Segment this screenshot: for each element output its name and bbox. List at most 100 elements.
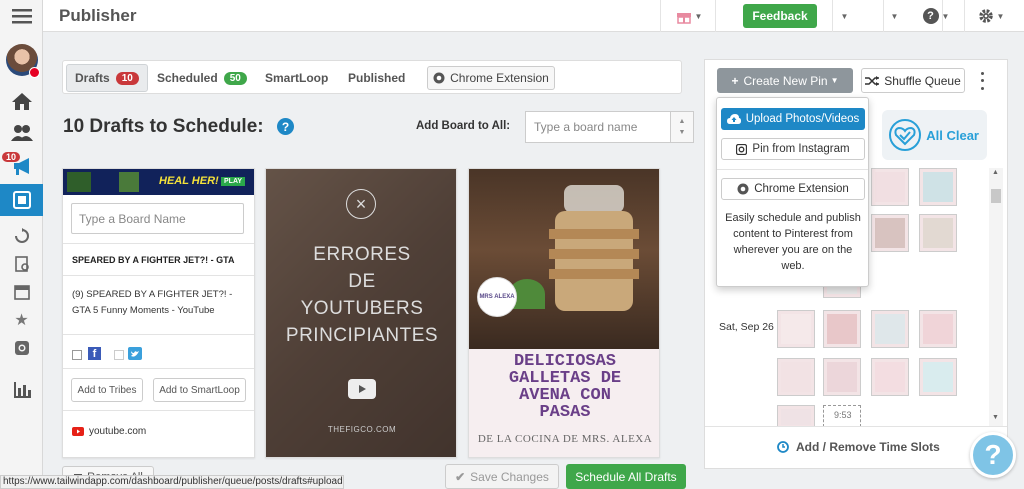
banner-play: PLAY: [221, 177, 246, 186]
tab-published[interactable]: Published: [340, 64, 413, 92]
help-chat-button[interactable]: ?: [970, 432, 1016, 478]
board-select-arrows[interactable]: ▲ ▼: [671, 111, 694, 143]
pin-image: HEAL HER! PLAY: [63, 169, 254, 195]
notifications-button[interactable]: ▼: [801, 4, 849, 28]
alarm-clock-icon: [777, 441, 789, 453]
create-new-pin-label: Create New Pin: [743, 73, 828, 88]
queued-pin-thumbnail[interactable]: [777, 405, 815, 427]
save-changes-button[interactable]: ✔ Save Changes: [445, 464, 559, 489]
divider: [964, 0, 965, 32]
gift-button[interactable]: ▼: [671, 4, 707, 28]
help-button[interactable]: ? ▼: [916, 4, 956, 28]
chrome-extension-menu-button[interactable]: Chrome Extension: [721, 178, 865, 200]
card-board-input[interactable]: [71, 203, 244, 234]
tab-label: Scheduled: [157, 71, 218, 85]
avatar[interactable]: [0, 40, 43, 80]
pin-text-line: YOUTUBERS: [300, 298, 424, 319]
queued-pin-thumbnail[interactable]: [823, 358, 861, 396]
queued-pin-thumbnail[interactable]: [871, 168, 909, 206]
draft-card: × ERRORES DE YOUTUBERS PRINCIPIANTES THE…: [265, 168, 457, 458]
left-sidebar: 10 ★: [0, 0, 43, 489]
divider: [715, 0, 716, 32]
create-pin-dropdown: Upload Photos/Videos Pin from Instagram …: [716, 97, 869, 287]
queued-pin-thumbnail[interactable]: [777, 358, 815, 396]
pin-title[interactable]: SPEARED BY A FIGHTER JET?! - GTA: [72, 255, 235, 265]
pin-text: ERRORES DE YOUTUBERS PRINCIPIANTES: [266, 241, 456, 349]
create-new-pin-button[interactable]: + Create New Pin ▼: [717, 68, 853, 93]
more-options-icon[interactable]: [977, 70, 987, 92]
chrome-label: Chrome Extension: [754, 183, 849, 195]
shuffle-icon: [865, 75, 880, 86]
chrome-icon: [737, 183, 749, 195]
queued-pin-thumbnail[interactable]: [919, 214, 957, 252]
divider: [63, 368, 254, 369]
page-title: Publisher: [59, 6, 137, 25]
add-board-label: Add Board to All:: [416, 120, 511, 132]
status-bar-url: https://www.tailwindapp.com/dashboard/pu…: [0, 475, 344, 489]
shuffle-queue-label: Shuffle Queue: [884, 73, 961, 88]
facebook-checkbox[interactable]: [72, 350, 82, 360]
megaphone-icon[interactable]: 10: [0, 150, 43, 182]
help-icon[interactable]: ?: [277, 118, 294, 135]
pin-title-line: AVENA CON: [519, 386, 611, 405]
time-slot-empty[interactable]: 9:53: [823, 405, 861, 427]
queued-pin-thumbnail[interactable]: [871, 214, 909, 252]
home-icon[interactable]: [0, 85, 43, 117]
queued-pin-thumbnail[interactable]: [871, 358, 909, 396]
all-clear-label: All Clear: [926, 127, 979, 143]
gear-icon: [978, 9, 993, 23]
pin-text-line: PRINCIPIANTES: [285, 325, 439, 346]
divider: [660, 0, 661, 32]
settings-button[interactable]: ▼: [971, 4, 1011, 28]
shuffle-queue-button[interactable]: Shuffle Queue: [861, 68, 965, 93]
chrome-icon: [433, 72, 445, 84]
twitter-checkbox[interactable]: [114, 350, 124, 360]
queued-pin-thumbnail[interactable]: [919, 310, 957, 348]
hamburger-menu-icon[interactable]: [0, 0, 43, 32]
upload-label: Upload Photos/Videos: [745, 113, 860, 125]
help-icon: ?: [922, 8, 939, 24]
upload-photos-button[interactable]: Upload Photos/Videos: [721, 108, 865, 130]
tab-label: Drafts: [75, 71, 110, 85]
chrome-extension-button[interactable]: Chrome Extension: [427, 66, 555, 90]
queued-pin-thumbnail[interactable]: [777, 310, 815, 348]
board-name-input[interactable]: [525, 111, 671, 143]
queued-pin-thumbnail[interactable]: [823, 310, 861, 348]
instagram-icon[interactable]: [0, 332, 43, 364]
schedule-all-drafts-button[interactable]: Schedule All Drafts: [566, 464, 686, 489]
chrome-extension-label: Chrome Extension: [450, 71, 549, 85]
plus-icon: +: [731, 73, 739, 88]
pin-title-line: GALLETAS DE: [508, 369, 622, 388]
scheduled-count-badge: 50: [223, 71, 247, 85]
source-domain[interactable]: youtube.com: [89, 426, 146, 437]
banner-text: HEAL HER!: [159, 175, 219, 187]
add-to-tribes-button[interactable]: Add to Tribes: [71, 378, 143, 402]
youtube-icon: [72, 427, 84, 436]
pin-subtitle: DE LA COCINA DE MRS. ALEXA: [477, 433, 653, 445]
add-remove-time-slots-link[interactable]: Add / Remove Time Slots: [796, 440, 940, 454]
chrome-extension-description: Easily schedule and publish content to P…: [725, 212, 861, 272]
pin-description[interactable]: (9) SPEARED BY A FIGHTER JET?! - GTA 5 F…: [72, 287, 250, 319]
queued-pin-thumbnail[interactable]: [919, 168, 957, 206]
publisher-icon[interactable]: [0, 184, 43, 216]
queued-pin-thumbnail[interactable]: [919, 358, 957, 396]
users-icon[interactable]: [0, 117, 43, 149]
close-circle-icon: ×: [346, 189, 376, 219]
drafts-heading: 10 Drafts to Schedule:: [63, 116, 264, 137]
tab-drafts[interactable]: Drafts 10: [66, 64, 148, 92]
divider: [63, 410, 254, 411]
queued-pin-thumbnail[interactable]: [871, 310, 909, 348]
post-tabs: Drafts 10 Scheduled 50 SmartLoop Publish…: [62, 60, 682, 94]
analytics-icon[interactable]: [0, 374, 43, 406]
time-slot-label: 9:53: [834, 410, 852, 420]
tab-smartloop[interactable]: SmartLoop: [257, 64, 336, 92]
tab-scheduled[interactable]: Scheduled 50: [149, 64, 255, 92]
pin-from-instagram-button[interactable]: Pin from Instagram: [721, 138, 865, 160]
save-changes-label: Save Changes: [470, 469, 549, 484]
divider: [717, 169, 868, 170]
divider: [705, 426, 1007, 427]
queue-scrollbar[interactable]: ▲ ▼: [989, 168, 1003, 426]
add-to-smartloop-button[interactable]: Add to SmartLoop: [153, 378, 246, 402]
pin-title: DELICIOSAS GALLETAS DE AVENA CON PASAS: [469, 353, 659, 421]
add-button[interactable]: ▼: [851, 4, 899, 28]
